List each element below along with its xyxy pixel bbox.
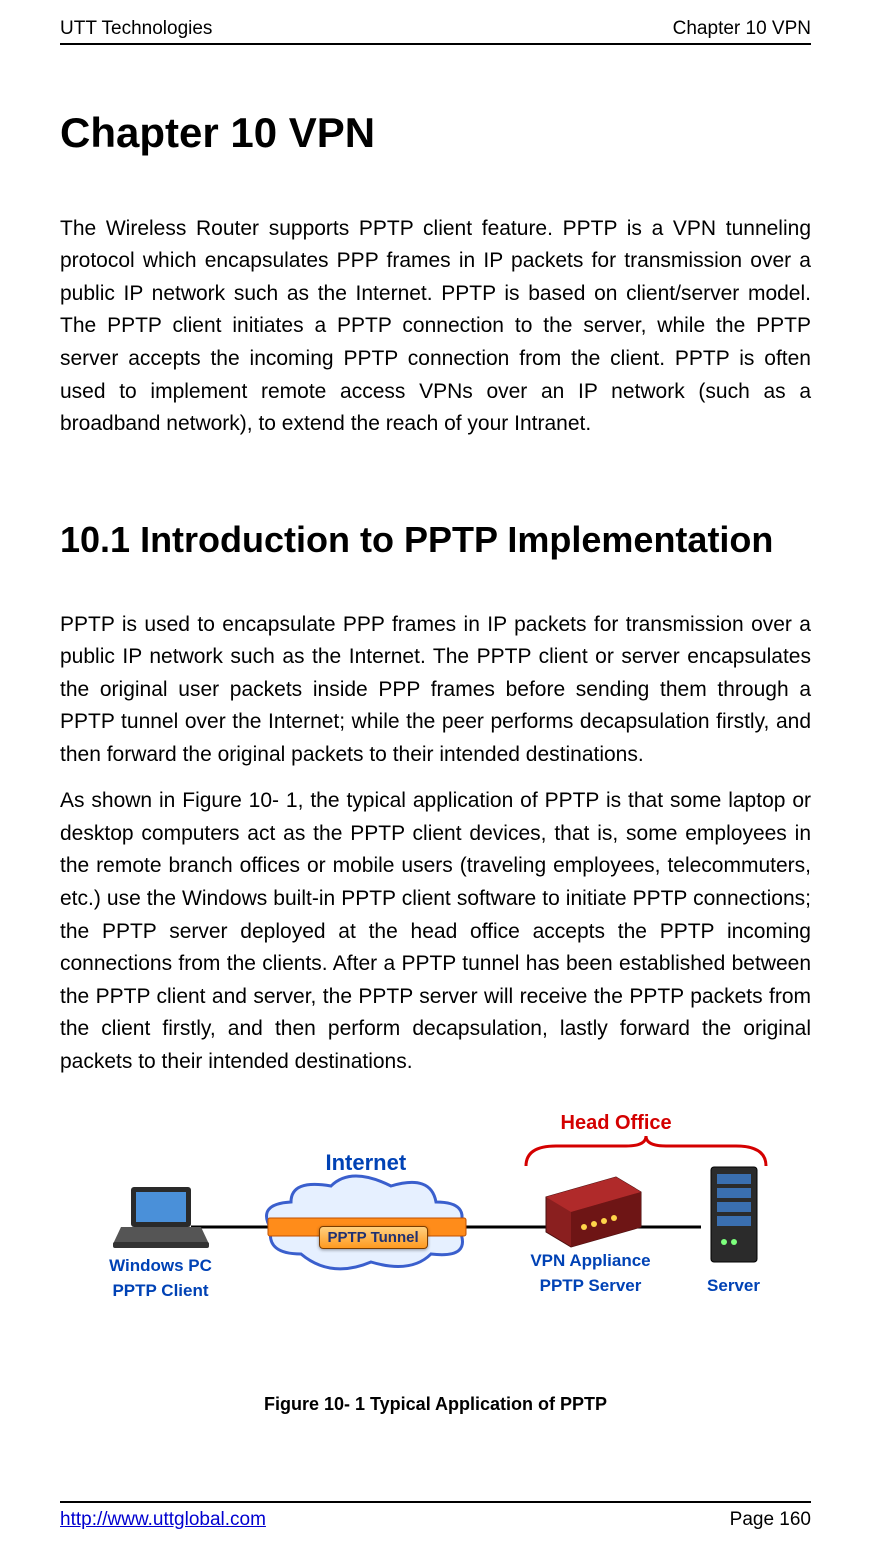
- vpn-appliance-icon: [536, 1172, 646, 1247]
- page-footer: http://www.uttglobal.com Page 160: [60, 1509, 811, 1531]
- header-left: UTT Technologies: [60, 18, 212, 41]
- figure-caption: Figure 10- 1 Typical Application of PPTP: [264, 1394, 607, 1415]
- pptp-client-label: PPTP Client: [112, 1281, 208, 1301]
- paragraph-1: PPTP is used to encapsulate PPP frames i…: [60, 609, 811, 772]
- intro-paragraph: The Wireless Router supports PPTP client…: [60, 213, 811, 441]
- chapter-title: Chapter 10 VPN: [60, 109, 811, 157]
- page-number: Page 160: [730, 1509, 811, 1531]
- pptp-diagram: Head Office Internet PPTP Tunnel: [101, 1112, 771, 1372]
- paragraph-2: As shown in Figure 10- 1, the typical ap…: [60, 785, 811, 1078]
- pptp-server-label: PPTP Server: [540, 1276, 642, 1296]
- footer-link[interactable]: http://www.uttglobal.com: [60, 1509, 266, 1531]
- page-header: UTT Technologies Chapter 10 VPN: [60, 0, 811, 41]
- figure-10-1: Head Office Internet PPTP Tunnel: [60, 1112, 811, 1415]
- pptp-tunnel-badge: PPTP Tunnel: [319, 1226, 428, 1249]
- section-title: 10.1 Introduction to PPTP Implementation: [60, 519, 811, 561]
- server-label: Server: [707, 1276, 760, 1296]
- header-right: Chapter 10 VPN: [673, 18, 811, 41]
- server-icon: [699, 1162, 769, 1272]
- windows-pc-label: Windows PC: [109, 1256, 212, 1276]
- footer-divider: [60, 1501, 811, 1503]
- laptop-icon: [111, 1182, 211, 1252]
- vpn-appliance-label: VPN Appliance: [530, 1251, 650, 1271]
- header-divider: [60, 43, 811, 45]
